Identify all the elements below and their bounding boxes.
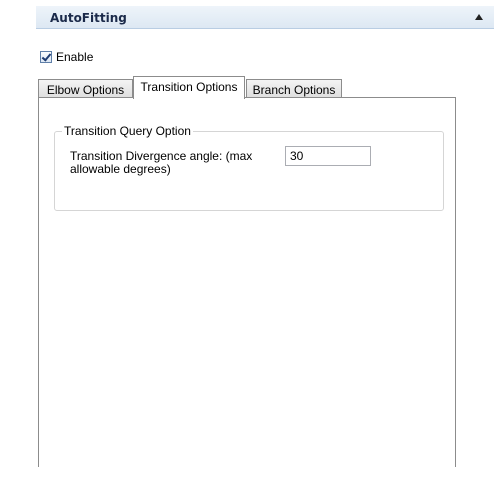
divergence-angle-label: Transition Divergence angle: (max allowa… xyxy=(70,149,253,176)
divergence-angle-input[interactable] xyxy=(285,146,371,166)
tab-transition-options[interactable]: Transition Options xyxy=(133,76,245,99)
enable-label: Enable xyxy=(56,50,94,64)
group-title: Transition Query Option xyxy=(62,124,193,138)
transition-query-groupbox: Transition Query Option Transition Diver… xyxy=(54,124,444,211)
collapse-chevron-icon[interactable] xyxy=(475,14,483,20)
tab-content-panel: Transition Query Option Transition Diver… xyxy=(38,97,456,467)
tab-branch-options[interactable]: Branch Options xyxy=(246,79,342,98)
panel-title: AutoFitting xyxy=(50,11,127,25)
tab-elbow-options[interactable]: Elbow Options xyxy=(38,79,133,98)
panel-header[interactable]: AutoFitting xyxy=(36,6,494,29)
enable-checkbox-row[interactable]: Enable xyxy=(40,50,93,64)
enable-checkbox[interactable] xyxy=(40,51,52,63)
